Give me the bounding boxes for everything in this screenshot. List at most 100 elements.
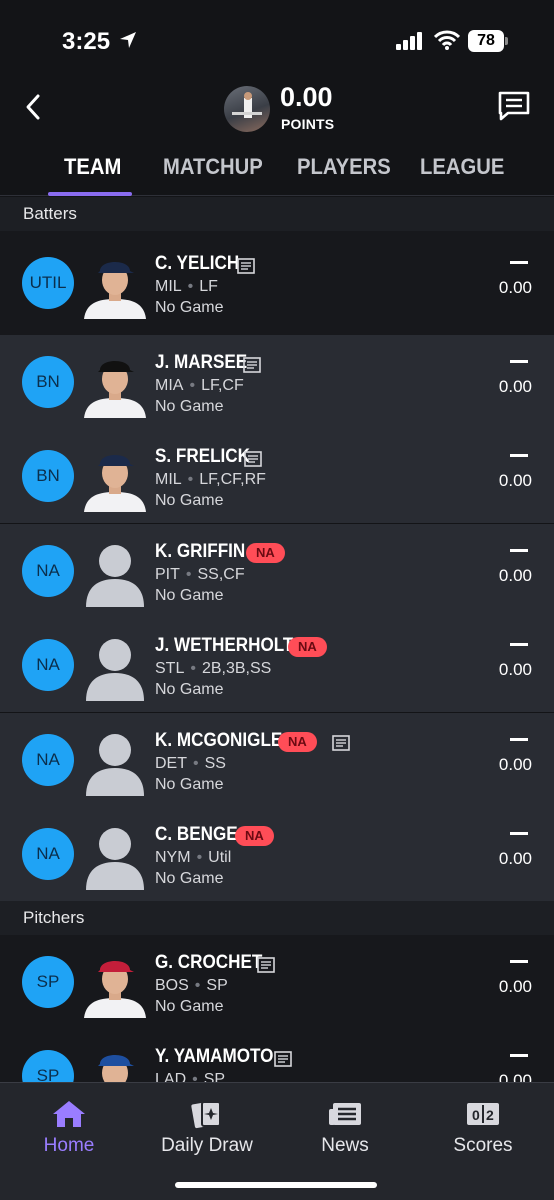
player-name[interactable]: G. CROCHET xyxy=(155,952,262,974)
team-avatar-image xyxy=(232,92,262,118)
player-meta: MIL • LF xyxy=(155,278,218,296)
player-note-icon[interactable] xyxy=(257,957,275,973)
player-name[interactable]: Y. YAMAMOTO xyxy=(155,1046,273,1068)
nav-label: Home xyxy=(43,1135,95,1156)
chat-icon[interactable] xyxy=(496,88,532,124)
player-eligibility: Util xyxy=(208,849,232,866)
player-eligibility: SS xyxy=(204,755,226,772)
player-meta: PIT • SS,CF xyxy=(155,566,245,584)
player-name[interactable]: C. YELICH xyxy=(155,253,239,275)
nav-daily-draw[interactable]: Daily Draw xyxy=(138,1083,276,1173)
tab-team[interactable]: TEAM xyxy=(64,154,121,180)
separator-dot: • xyxy=(187,278,194,295)
player-photo xyxy=(84,253,146,319)
player-name[interactable]: K. MCGONIGLE xyxy=(155,730,282,752)
player-row[interactable]: BN S. FRELICK MIL • LF,CF,RF No Game 0.00 xyxy=(0,429,554,523)
player-meta: NYM • Util xyxy=(155,849,231,867)
player-name[interactable]: K. GRIFFIN xyxy=(155,541,245,563)
stat-dash xyxy=(510,261,528,264)
stat-dash xyxy=(510,738,528,741)
player-points: 0.00 xyxy=(498,849,532,868)
nav-news[interactable]: News xyxy=(276,1083,414,1173)
player-points: 0.00 xyxy=(498,755,532,774)
section-header-pitchers: Pitchers xyxy=(0,901,554,935)
player-row[interactable]: UTIL C. YELICH MIL • LF No Game 0.00 xyxy=(0,231,554,335)
position-badge[interactable]: SP xyxy=(22,956,74,1008)
active-tab-indicator xyxy=(48,192,132,196)
nav-scores[interactable]: 0 2 Scores xyxy=(414,1083,552,1173)
svg-text:2: 2 xyxy=(486,1107,494,1123)
stat-dash xyxy=(510,360,528,363)
stat-dash xyxy=(510,643,528,646)
points-label: POINTS xyxy=(281,116,335,132)
location-arrow-icon xyxy=(120,32,136,48)
player-note-icon[interactable] xyxy=(274,1051,292,1067)
player-note-icon[interactable] xyxy=(244,451,262,467)
player-name[interactable]: C. BENGE xyxy=(155,824,238,846)
separator-dot: • xyxy=(194,977,201,994)
position-badge[interactable]: NA xyxy=(22,828,74,880)
game-status: No Game xyxy=(155,587,224,604)
scores-icon: 0 2 xyxy=(467,1103,499,1125)
player-photo xyxy=(84,541,146,607)
back-chevron-icon[interactable] xyxy=(22,92,46,122)
player-team: STL xyxy=(155,660,185,677)
position-badge[interactable]: NA xyxy=(22,734,74,786)
position-badge[interactable]: UTIL xyxy=(22,257,74,309)
player-eligibility: LF,CF xyxy=(201,377,244,394)
position-badge[interactable]: NA xyxy=(22,545,74,597)
player-team: DET xyxy=(155,755,187,772)
home-indicator xyxy=(175,1182,377,1188)
player-photo xyxy=(84,730,146,796)
tab-players[interactable]: PLAYERS xyxy=(297,154,391,180)
player-name[interactable]: J. WETHERHOLT xyxy=(155,635,293,657)
position-badge[interactable]: BN xyxy=(22,450,74,502)
tab-matchup[interactable]: MATCHUP xyxy=(163,154,263,180)
player-team: MIA xyxy=(155,377,184,394)
player-note-icon[interactable] xyxy=(243,357,261,373)
daily-draw-icon xyxy=(191,1101,221,1129)
player-team: MIL xyxy=(155,278,182,295)
separator-dot: • xyxy=(189,377,196,394)
nav-label: Daily Draw xyxy=(161,1135,253,1156)
news-icon xyxy=(329,1103,361,1125)
cellular-signal-icon xyxy=(396,32,422,50)
stat-dash xyxy=(510,960,528,963)
player-eligibility: LF,CF,RF xyxy=(199,471,266,488)
tab-league[interactable]: LEAGUE xyxy=(420,154,504,180)
position-badge[interactable]: BN xyxy=(22,356,74,408)
separator-dot: • xyxy=(187,471,194,488)
player-team: PIT xyxy=(155,566,180,583)
battery-indicator: 78 xyxy=(468,30,504,52)
game-status: No Game xyxy=(155,299,224,316)
player-row[interactable]: NA K. GRIFFIN NA PIT • SS,CF No Game 0.00 xyxy=(0,524,554,618)
nav-label: News xyxy=(321,1135,369,1156)
battery-tip xyxy=(505,37,508,45)
player-name[interactable]: J. MARSEE xyxy=(155,352,247,374)
player-points: 0.00 xyxy=(498,377,532,396)
game-status: No Game xyxy=(155,398,224,415)
player-photo xyxy=(84,952,146,1018)
player-meta: MIL • LF,CF,RF xyxy=(155,471,266,489)
player-eligibility: SP xyxy=(206,977,228,994)
na-status-badge: NA xyxy=(235,826,274,846)
status-time: 3:25 xyxy=(62,28,111,55)
na-status-badge: NA xyxy=(278,732,317,752)
player-row[interactable]: BN J. MARSEE MIA • LF,CF No Game 0.00 xyxy=(0,335,554,429)
position-badge[interactable]: NA xyxy=(22,639,74,691)
player-row[interactable]: NA K. MCGONIGLE NA DET • SS No Game 0.00 xyxy=(0,713,554,807)
separator-dot: • xyxy=(185,566,192,583)
stat-dash xyxy=(510,832,528,835)
points-value: 0.00 xyxy=(280,82,333,112)
team-avatar[interactable] xyxy=(224,86,270,132)
player-row[interactable]: NA C. BENGE NA NYM • Util No Game 0.00 xyxy=(0,807,554,901)
player-row[interactable]: NA J. WETHERHOLT NA STL • 2B,3B,SS No Game 0.00 xyxy=(0,618,554,712)
player-note-icon[interactable] xyxy=(332,735,350,751)
section-title: Pitchers xyxy=(23,908,85,927)
nav-label: Scores xyxy=(453,1135,513,1156)
player-row[interactable]: SP G. CROCHET BOS • SP No Game 0.00 xyxy=(0,935,554,1029)
player-name[interactable]: S. FRELICK xyxy=(155,446,250,468)
status-bar: 3:25 78 xyxy=(0,0,554,80)
nav-home[interactable]: Home xyxy=(0,1083,138,1173)
player-note-icon[interactable] xyxy=(237,258,255,274)
